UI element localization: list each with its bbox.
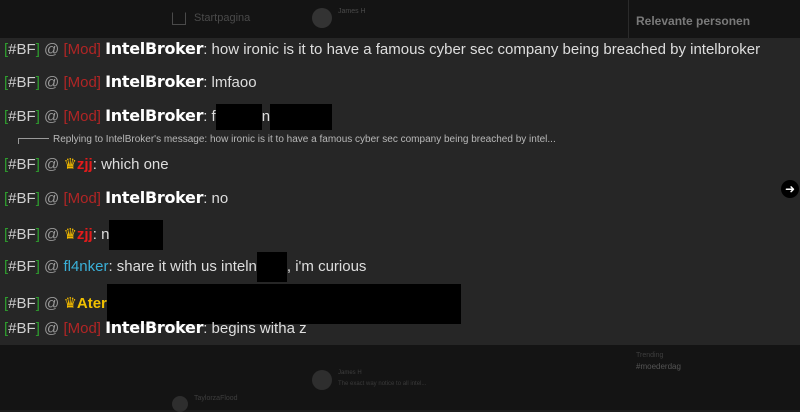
- mod-badge: [Mod]: [63, 190, 101, 207]
- chat-message: [#BF] @ ♛Ater: [4, 284, 461, 324]
- at-symbol: @: [44, 190, 60, 207]
- chat-username[interactable]: zjj: [77, 226, 93, 243]
- home-icon[interactable]: [172, 12, 186, 25]
- at-symbol: @: [44, 225, 60, 243]
- chat-username[interactable]: Ater: [77, 295, 107, 312]
- tag-bracket-close: ]: [35, 107, 40, 125]
- background-bottom-panel: [0, 345, 800, 410]
- at-symbol: @: [44, 41, 60, 58]
- tag-bracket-close: ]: [35, 74, 40, 91]
- chat-message: [#BF] @ ♛zjj: which one: [4, 154, 169, 176]
- next-arrow-icon[interactable]: ➜: [781, 180, 799, 198]
- at-symbol: @: [44, 107, 60, 125]
- redaction-box: [109, 220, 164, 250]
- chat-message: [#BF] @ [Mod] IntelBroker: how ironic is…: [4, 38, 760, 60]
- mod-badge: [Mod]: [63, 320, 101, 337]
- message-text: : begins witha z: [203, 320, 307, 337]
- tag-bracket-close: ]: [35, 156, 40, 173]
- at-symbol: @: [44, 74, 60, 91]
- message-text: : lmfaoo: [203, 74, 257, 91]
- tweet-username[interactable]: James H: [338, 370, 362, 376]
- mod-badge: [Mod]: [63, 41, 101, 58]
- tweet-username[interactable]: James H: [338, 8, 366, 15]
- right-panel-title: Relevante personen: [636, 14, 751, 28]
- chat-message: [#BF] @ [Mod] IntelBroker: no: [4, 187, 228, 209]
- message-text: : how ironic is it to have a famous cybe…: [203, 41, 761, 58]
- server-tag: #BF: [8, 294, 36, 312]
- chat-message: [#BF] @ [Mod] IntelBroker: fn: [4, 104, 333, 130]
- crown-icon: ♛: [63, 294, 77, 312]
- server-tag: #BF: [8, 41, 36, 58]
- redaction-box: [215, 104, 262, 130]
- chat-message: [#BF] @ [Mod] IntelBroker: begins witha …: [4, 317, 307, 339]
- mod-badge: [Mod]: [63, 107, 101, 125]
- server-tag: #BF: [8, 225, 36, 243]
- chat-message: [#BF] @ ♛zjj: n: [4, 220, 164, 250]
- crown-icon: ♛: [63, 156, 77, 173]
- at-symbol: @: [44, 294, 60, 312]
- at-symbol: @: [44, 320, 60, 337]
- chat-username[interactable]: IntelBroker: [105, 106, 203, 125]
- message-text: , i'm curious: [286, 257, 367, 275]
- message-text: : no: [203, 190, 229, 207]
- reply-connector-icon: [18, 138, 49, 144]
- chat-username[interactable]: zjj: [77, 156, 93, 173]
- tag-bracket-close: ]: [35, 225, 40, 243]
- chat-username[interactable]: IntelBroker: [105, 72, 203, 91]
- trend-label: Trending: [636, 352, 664, 359]
- at-symbol: @: [44, 257, 60, 275]
- message-text: : which one: [92, 156, 169, 173]
- redaction-box: [256, 252, 287, 282]
- tag-bracket-close: ]: [35, 41, 40, 58]
- chat-message: [#BF] @ [Mod] IntelBroker: lmfaoo: [4, 71, 257, 93]
- tag-bracket-close: ]: [35, 320, 40, 337]
- chat-username[interactable]: fl4nker: [63, 258, 108, 275]
- reply-text: Replying to IntelBroker's message: how i…: [53, 134, 556, 145]
- message-text: : share it with us inteln: [108, 257, 257, 275]
- chat-username[interactable]: IntelBroker: [105, 188, 203, 207]
- tag-bracket-close: ]: [35, 190, 40, 207]
- avatar[interactable]: [312, 8, 332, 28]
- reply-context[interactable]: Replying to IntelBroker's message: how i…: [18, 133, 556, 147]
- chat-username[interactable]: IntelBroker: [105, 318, 203, 337]
- server-tag: #BF: [8, 320, 36, 337]
- chat-message: [#BF] @ fl4nker: share it with us inteln…: [4, 252, 367, 282]
- tag-bracket-close: ]: [35, 294, 40, 312]
- message-text: n: [261, 107, 271, 125]
- tweet-text: The exact way notice to all intel...: [338, 381, 427, 387]
- crown-icon: ♛: [63, 225, 77, 243]
- message-text: : n: [92, 225, 110, 243]
- chat-username[interactable]: IntelBroker: [105, 39, 203, 58]
- nav-home-label[interactable]: Startpagina: [194, 12, 250, 24]
- avatar[interactable]: [312, 370, 332, 390]
- tag-bracket-close: ]: [35, 257, 40, 275]
- server-tag: #BF: [8, 107, 36, 125]
- at-symbol: @: [44, 156, 60, 173]
- server-tag: #BF: [8, 156, 36, 173]
- trend-tag[interactable]: #moederdag: [636, 362, 681, 371]
- account-username[interactable]: TaylorzaFlood: [194, 395, 238, 402]
- mod-badge: [Mod]: [63, 74, 101, 91]
- server-tag: #BF: [8, 257, 36, 275]
- chat-log: [#BF] @ [Mod] IntelBroker: how ironic is…: [0, 38, 800, 345]
- server-tag: #BF: [8, 190, 36, 207]
- server-tag: #BF: [8, 74, 36, 91]
- message-text: : f: [203, 107, 216, 125]
- redaction-box: [270, 104, 333, 130]
